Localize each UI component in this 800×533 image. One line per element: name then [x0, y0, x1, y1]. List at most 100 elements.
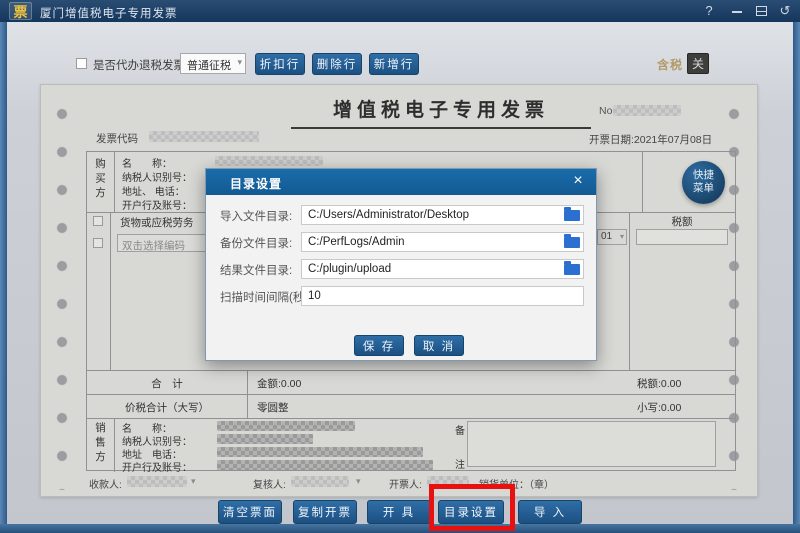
- goods-code-placeholder: 双击选择编码: [122, 238, 185, 253]
- folder-icon[interactable]: [564, 237, 580, 248]
- total-in-figures-value: 小写:0.00: [637, 400, 681, 415]
- title-bar: 票 厦门增值税电子专用发票 ? ↺: [0, 0, 800, 22]
- remark-label-bottom: 注: [455, 456, 465, 471]
- goods-row-checkbox-1[interactable]: [93, 216, 103, 226]
- seller-name-redacted: [217, 421, 355, 431]
- seller-address-redacted: [217, 447, 423, 457]
- refund-invoice-label: 是否代办退税发票: [93, 57, 185, 73]
- tax-included-label: 含税: [657, 56, 683, 73]
- chevron-down-icon: ▾: [237, 57, 242, 68]
- buyer-taxid-label: 纳税人识别号：: [122, 169, 192, 184]
- help-icon[interactable]: ?: [700, 3, 718, 19]
- goods-row-checkbox-2[interactable]: [93, 238, 103, 248]
- divider: [642, 152, 643, 212]
- total-row-label: 合 计: [87, 376, 247, 391]
- result-dir-label: 结果文件目录:: [220, 262, 292, 278]
- scan-interval-label: 扫描时间间隔(秒):: [220, 289, 311, 305]
- quick-menu-line1: 快捷: [682, 169, 725, 182]
- drawer-redacted: [427, 476, 469, 487]
- remark-label-top: 备: [455, 422, 465, 437]
- cancel-button[interactable]: 取 消: [414, 335, 464, 356]
- payee-redacted: [127, 476, 187, 487]
- tax-mode-dropdown[interactable]: 普通征税 ▾: [180, 53, 246, 74]
- reviewer-label: 复核人:: [253, 476, 286, 491]
- directory-settings-button[interactable]: 目录设置: [438, 500, 504, 524]
- app-logo-icon: 票: [9, 2, 32, 20]
- divider: [629, 212, 630, 370]
- buyer-bank-label: 开户行及账号：: [122, 197, 192, 212]
- divider: [114, 418, 115, 472]
- quick-menu-line2: 菜单: [682, 182, 725, 195]
- reviewer-dropdown-icon[interactable]: ▾: [356, 476, 361, 487]
- save-button[interactable]: 保 存: [354, 335, 404, 356]
- payee-label: 收款人:: [89, 476, 122, 491]
- discount-row-button[interactable]: 折扣行: [255, 53, 305, 75]
- divider: [87, 370, 735, 371]
- divider: [87, 394, 735, 395]
- invoice-code-label: 发票代码: [96, 131, 138, 146]
- result-dir-input[interactable]: [301, 259, 584, 279]
- total-in-words-label: 价税合计（大写）: [87, 400, 247, 415]
- invoice-code-redacted: [149, 131, 259, 142]
- seller-section-label: 销售方: [93, 422, 108, 466]
- window-frame-right: [793, 22, 800, 533]
- close-icon[interactable]: ×: [568, 171, 588, 191]
- goods-column-header: 货物或应税劳务: [120, 215, 194, 230]
- divider: [110, 212, 111, 370]
- tax-mode-value: 普通征税: [187, 60, 231, 72]
- seller-bank-redacted: [217, 460, 433, 470]
- quick-menu-button[interactable]: 快捷 菜单: [682, 161, 725, 204]
- folder-icon[interactable]: [564, 264, 580, 275]
- maximize-icon[interactable]: [756, 6, 767, 16]
- import-dir-input[interactable]: [301, 205, 584, 225]
- divider: [87, 418, 735, 419]
- tax-included-toggle[interactable]: 关: [687, 53, 709, 74]
- drawer-label: 开票人:: [389, 476, 422, 491]
- copy-invoice-button[interactable]: 复制开票: [293, 500, 357, 524]
- total-tax-value: 税额:0.00: [637, 376, 681, 391]
- tax-amount-cell[interactable]: [636, 229, 728, 245]
- divider: [114, 152, 115, 212]
- perforation-dots-left: [51, 95, 73, 490]
- tax-amount-column-header: 税额: [629, 214, 735, 229]
- backup-dir-input[interactable]: [301, 232, 584, 252]
- invoice-number-prefix: No: [599, 105, 612, 117]
- dialog-title: 目录设置: [230, 175, 282, 192]
- delete-row-button[interactable]: 删除行: [312, 53, 362, 75]
- directory-settings-dialog: 目录设置 × 导入文件目录: 备份文件目录: 结果文件目录: 扫描时间间隔(秒)…: [205, 168, 597, 361]
- remark-box[interactable]: [467, 421, 716, 467]
- invoice-date: 开票日期:2021年07月08日: [589, 132, 712, 147]
- refund-invoice-checkbox[interactable]: [76, 58, 87, 69]
- add-row-button[interactable]: 新增行: [369, 53, 419, 75]
- clear-invoice-button[interactable]: 清空票面: [218, 500, 282, 524]
- minimize-icon[interactable]: [732, 11, 742, 13]
- seller-unit-label: 销货单位：（章）: [479, 476, 554, 491]
- issue-button[interactable]: 开 具: [367, 500, 431, 524]
- dialog-header: 目录设置 ×: [206, 169, 596, 195]
- app-window: 票 厦门增值税电子专用发票 ? ↺ 是否代办退税发票 普通征税 ▾ 折扣行 删除…: [0, 0, 800, 533]
- buyer-address-label: 地址、 电话：: [122, 183, 185, 198]
- tax-rate-dropdown[interactable]: 01 ▾: [597, 229, 627, 245]
- import-dir-label: 导入文件目录:: [220, 208, 292, 224]
- folder-icon[interactable]: [564, 210, 580, 221]
- reviewer-redacted: [291, 476, 349, 487]
- total-in-words-value: 零圆整: [257, 400, 289, 415]
- buyer-name-redacted: [215, 156, 323, 166]
- seller-taxid-redacted: [217, 434, 313, 444]
- window-frame-bottom: [0, 524, 800, 533]
- import-button[interactable]: 导 入: [518, 500, 582, 524]
- invoice-number-redacted: [613, 105, 681, 116]
- total-amount-value: 金额:0.00: [257, 376, 301, 391]
- tax-rate-value: 01: [601, 231, 612, 242]
- window-title: 厦门增值税电子专用发票: [40, 5, 178, 21]
- buyer-name-label: 名 称：: [122, 155, 172, 170]
- invoice-form-title: 增值税电子专用发票: [291, 95, 591, 129]
- chevron-down-icon: ▾: [620, 232, 624, 241]
- restore-icon[interactable]: ↺: [776, 3, 794, 19]
- payee-dropdown-icon[interactable]: ▾: [191, 476, 196, 487]
- seller-bank-label: 开户行及账号：: [122, 459, 192, 474]
- scan-interval-input[interactable]: [301, 286, 584, 306]
- backup-dir-label: 备份文件目录:: [220, 235, 292, 251]
- buyer-section-label: 购买方: [93, 158, 108, 202]
- window-frame-left: [0, 22, 7, 533]
